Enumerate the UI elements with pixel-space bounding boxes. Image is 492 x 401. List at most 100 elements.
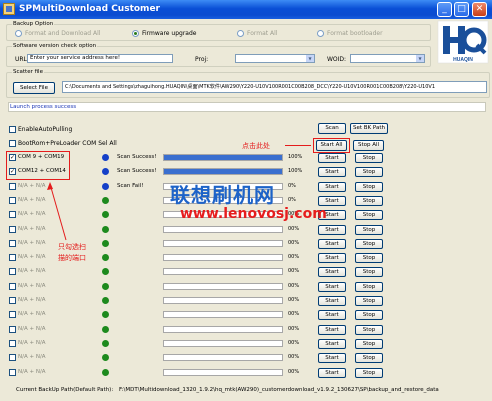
port-checkbox[interactable]: [9, 268, 16, 276]
port-row: N/A + N/A 00% Start Stop: [0, 309, 492, 323]
progress-percent: 100%: [288, 168, 303, 175]
version-check-group: Software version check option URL: Enter…: [6, 43, 431, 67]
port-checkbox[interactable]: [9, 254, 16, 262]
progress-percent: 00%: [288, 325, 300, 332]
progress-bar: [163, 368, 283, 376]
start-button[interactable]: Start: [318, 324, 346, 335]
port-checkbox[interactable]: [9, 297, 16, 304]
woid-label: WOID:: [327, 56, 347, 63]
radio-format-all[interactable]: [237, 30, 244, 37]
port-checkbox[interactable]: [9, 282, 16, 290]
port-checkbox[interactable]: [9, 196, 16, 204]
port-checkbox[interactable]: [9, 354, 16, 362]
arrow-right-icon: [285, 145, 311, 146]
radio-format-bootloader-label: Format bootloader: [327, 30, 383, 37]
scan-button[interactable]: Scan: [318, 123, 346, 134]
start-button[interactable]: Start: [318, 281, 346, 292]
port-checkbox[interactable]: [9, 225, 16, 233]
woid-select[interactable]: ▼: [350, 54, 425, 63]
start-button[interactable]: Start: [318, 253, 346, 264]
progress-bar: [163, 339, 283, 347]
stop-button[interactable]: Stop: [355, 367, 383, 378]
auto-polling-checkbox[interactable]: [9, 126, 16, 133]
stop-button[interactable]: Stop: [355, 281, 383, 292]
start-button[interactable]: Start: [318, 310, 346, 321]
status-indicator-dot: [102, 268, 109, 276]
backup-path-label: Current BackUp Path(Default Path):: [16, 387, 114, 393]
stop-button[interactable]: Stop: [355, 253, 383, 264]
proj-label: Proj:: [195, 56, 209, 63]
port-row: N/A + N/A 00% Start Stop: [0, 338, 492, 352]
status-indicator-dot: [102, 368, 109, 376]
progress-bar: [163, 225, 283, 233]
radio-format-download-all[interactable]: [15, 30, 22, 37]
stop-button[interactable]: Stop: [355, 267, 383, 278]
port-checkbox[interactable]: [9, 239, 16, 247]
start-button[interactable]: Start: [318, 224, 346, 235]
start-button[interactable]: Start: [318, 153, 346, 163]
stop-button[interactable]: Stop: [355, 324, 383, 335]
check-ports-annotation-1: 只勾选扫: [58, 243, 86, 251]
set-bk-path-button[interactable]: Set BK Path: [350, 123, 388, 134]
start-button[interactable]: Start: [318, 195, 346, 206]
stop-button[interactable]: Stop: [355, 181, 383, 192]
port-checkbox[interactable]: [9, 211, 16, 219]
progress-percent: 00%: [288, 282, 300, 289]
status-indicator-dot: [102, 297, 109, 304]
watermark-url: www.lenovosj.com: [180, 206, 327, 222]
select-file-button[interactable]: Select File: [13, 82, 55, 94]
minimize-button[interactable]: _: [437, 2, 452, 17]
stop-button[interactable]: Stop: [355, 353, 383, 364]
stop-button[interactable]: Stop: [355, 210, 383, 221]
progress-bar: [163, 311, 283, 319]
radio-format-bootloader[interactable]: [317, 30, 324, 37]
progress-percent: 00%: [288, 339, 300, 346]
port-checkbox[interactable]: [9, 182, 16, 190]
stop-button[interactable]: Stop: [355, 224, 383, 235]
radio-firmware-upgrade[interactable]: [132, 30, 139, 37]
start-button[interactable]: Start: [318, 181, 346, 192]
port-checkbox[interactable]: [9, 311, 16, 319]
start-button[interactable]: Start: [318, 353, 346, 364]
status-indicator-dot: [102, 339, 109, 347]
start-button[interactable]: Start: [318, 338, 346, 349]
port-checkbox[interactable]: [9, 339, 16, 347]
progress-bar: [163, 168, 283, 176]
maximize-button[interactable]: □: [454, 2, 469, 17]
stop-button[interactable]: Stop: [355, 296, 383, 306]
port-checkbox[interactable]: [9, 325, 16, 333]
progress-bar: [163, 268, 283, 276]
start-button[interactable]: Start: [318, 296, 346, 306]
click-here-annotation: 点击此处: [242, 142, 270, 150]
watermark-cn: 联想刷机网: [170, 183, 275, 207]
stop-button[interactable]: Stop: [355, 195, 383, 206]
progress-bar: [163, 154, 283, 161]
progress-bar: [163, 254, 283, 262]
progress-percent: 00%: [288, 225, 300, 232]
port-checkbox[interactable]: [9, 368, 16, 376]
close-button[interactable]: ✕: [472, 2, 487, 17]
stop-button[interactable]: Stop: [355, 238, 383, 249]
stop-button[interactable]: Stop: [355, 338, 383, 349]
port-status: Scan Fail!: [117, 182, 144, 189]
scatter-path-field[interactable]: C:\Documents and Settings\zhaguihong.HUA…: [62, 81, 487, 93]
port-row: N/A + N/A 00% Start Stop: [0, 367, 492, 381]
url-input[interactable]: Enter your service address here!: [27, 54, 173, 63]
proj-select[interactable]: ▼: [235, 54, 315, 63]
bootrom-sel-all-checkbox[interactable]: [9, 140, 16, 147]
start-button[interactable]: Start: [318, 367, 346, 378]
start-button[interactable]: Start: [318, 238, 346, 249]
progress-bar: [163, 282, 283, 290]
stop-button[interactable]: Stop: [355, 153, 383, 163]
port-label: N/A + N/A: [18, 368, 46, 375]
port-row: N/A + N/A 00% Start Stop: [0, 281, 492, 295]
stop-all-button[interactable]: Stop All: [353, 140, 384, 151]
start-button[interactable]: Start: [318, 167, 346, 178]
start-button[interactable]: Start: [318, 267, 346, 278]
title-bar[interactable]: SPMultiDownload Customer _ □ ✕: [0, 0, 492, 19]
stop-button[interactable]: Stop: [355, 310, 383, 321]
backup-path-value: F:\MDT\Multidownload_1320_1.9.2\hq_mtk(A…: [118, 387, 439, 393]
scatter-file-group: Scatter file Select File C:\Documents an…: [6, 69, 490, 98]
stop-button[interactable]: Stop: [355, 167, 383, 178]
port-row: N/A + N/A 00% Start Stop: [0, 266, 492, 280]
